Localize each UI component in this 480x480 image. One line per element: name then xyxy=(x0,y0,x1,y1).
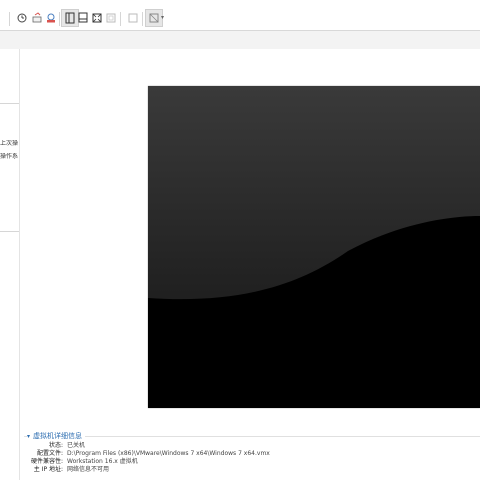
sidebar-item-guest-os: 操作系统... xyxy=(0,153,18,160)
sidebar-item-last-action: 上次操作到... xyxy=(0,140,18,147)
detail-row-ip-address: 主 IP 地址: 网络信息不可用 xyxy=(33,466,110,473)
vm-details-title: 虚拟机详细信息 xyxy=(33,432,83,440)
toolbar-separator xyxy=(120,12,121,26)
vm-details-header[interactable]: ▾ 虚拟机详细信息 xyxy=(27,431,86,441)
toolbar-separator xyxy=(142,12,143,26)
sidebar-divider xyxy=(0,103,19,104)
sidebar-divider xyxy=(0,231,19,232)
snapshot-manager-icon[interactable] xyxy=(42,9,60,27)
details-divider xyxy=(24,436,480,437)
vm-details-panel: ▾ 虚拟机详细信息 状态: 已关机 配置文件: D:\Program Files (… xyxy=(24,428,480,480)
vm-screen-preview[interactable] xyxy=(148,86,480,408)
tab-strip xyxy=(0,30,480,50)
toolbar-separator xyxy=(9,12,10,26)
chevron-down-icon[interactable]: ▾ xyxy=(161,14,164,21)
unity-icon[interactable] xyxy=(102,9,120,27)
toolbar-separator xyxy=(59,12,60,26)
chevron-down-icon: ▾ xyxy=(27,432,31,440)
sidebar: 上次操作到... 操作系统... xyxy=(0,49,20,480)
thumbnail-icon[interactable] xyxy=(124,9,142,27)
